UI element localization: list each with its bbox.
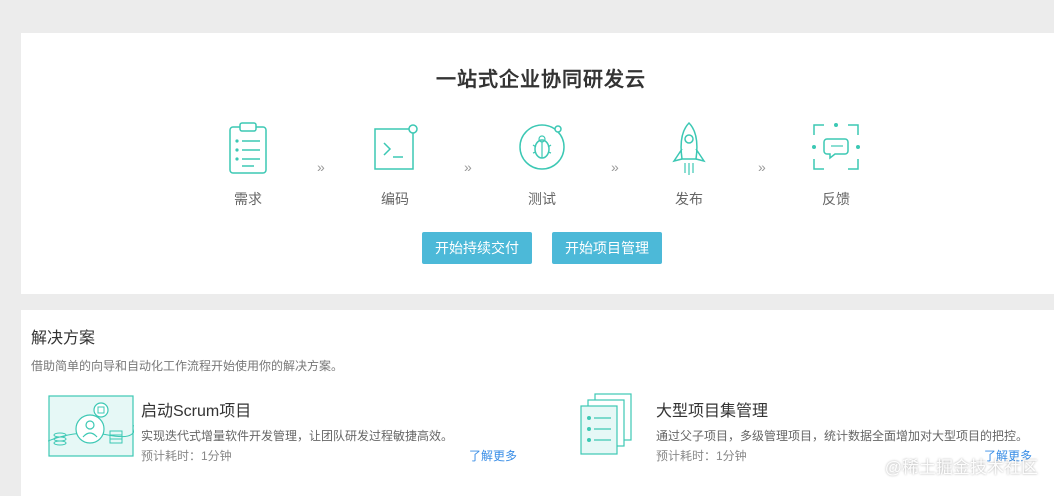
terminal-icon: [374, 124, 418, 170]
learn-more-link-scrum[interactable]: 了解更多: [469, 447, 517, 464]
workflow-steps: 需求 » 编码 » 测试 » 发布 » 反馈: [21, 121, 1054, 211]
start-continuous-delivery-button[interactable]: 开始持续交付: [422, 232, 532, 264]
clipboard-icon: [229, 122, 267, 174]
step-label-requirements: 需求: [234, 191, 262, 207]
solution-text-scrum: 实现迭代式增量软件开发管理，让团队研发过程敏捷高效。: [141, 429, 454, 443]
solution-text-program: 通过父子项目，多级管理项目，统计数据全面增加对大型项目的把控。: [656, 429, 1029, 443]
solution-time-scrum: 预计耗时：1分钟: [141, 449, 232, 463]
step-requirements: 需求: [208, 121, 288, 209]
step-feedback: 反馈: [796, 121, 876, 209]
document-stack-icon: [580, 393, 632, 455]
scrum-illustration-icon: [48, 395, 134, 457]
solution-name-scrum: 启动Scrum项目: [141, 403, 252, 420]
chevron-icon: »: [317, 159, 325, 175]
chevron-icon: »: [758, 159, 766, 175]
bug-icon: [519, 124, 565, 170]
step-coding: 编码: [355, 121, 435, 209]
watermark: @稀土掘金技术社区: [884, 458, 1038, 477]
step-label-testing: 测试: [528, 191, 556, 207]
chevron-icon: »: [611, 159, 619, 175]
chevron-icon: »: [464, 159, 472, 175]
step-label-feedback: 反馈: [822, 191, 850, 207]
solution-card-scrum[interactable]: 启动Scrum项目 实现迭代式增量软件开发管理，让团队研发过程敏捷高效。 预计耗…: [48, 395, 528, 465]
chat-feedback-icon: [812, 123, 860, 170]
rocket-icon: [672, 121, 706, 175]
solutions-title: 解决方案: [31, 330, 96, 347]
step-release: 发布: [649, 121, 729, 209]
solution-name-program: 大型项目集管理: [656, 403, 769, 420]
hero-panel: 一站式企业协同研发云 需求 » 编码 » 测试 » 发布 » 反馈 开始持续交付…: [21, 33, 1054, 294]
hero-title: 一站式企业协同研发云: [436, 69, 646, 91]
solution-time-program: 预计耗时：1分钟: [656, 449, 747, 463]
step-label-release: 发布: [675, 191, 703, 207]
start-project-management-button[interactable]: 开始项目管理: [552, 232, 662, 264]
solutions-description: 借助简单的向导和自动化工作流程开始使用你的解决方案。: [31, 359, 344, 373]
step-testing: 测试: [502, 121, 582, 209]
step-label-coding: 编码: [381, 191, 409, 207]
